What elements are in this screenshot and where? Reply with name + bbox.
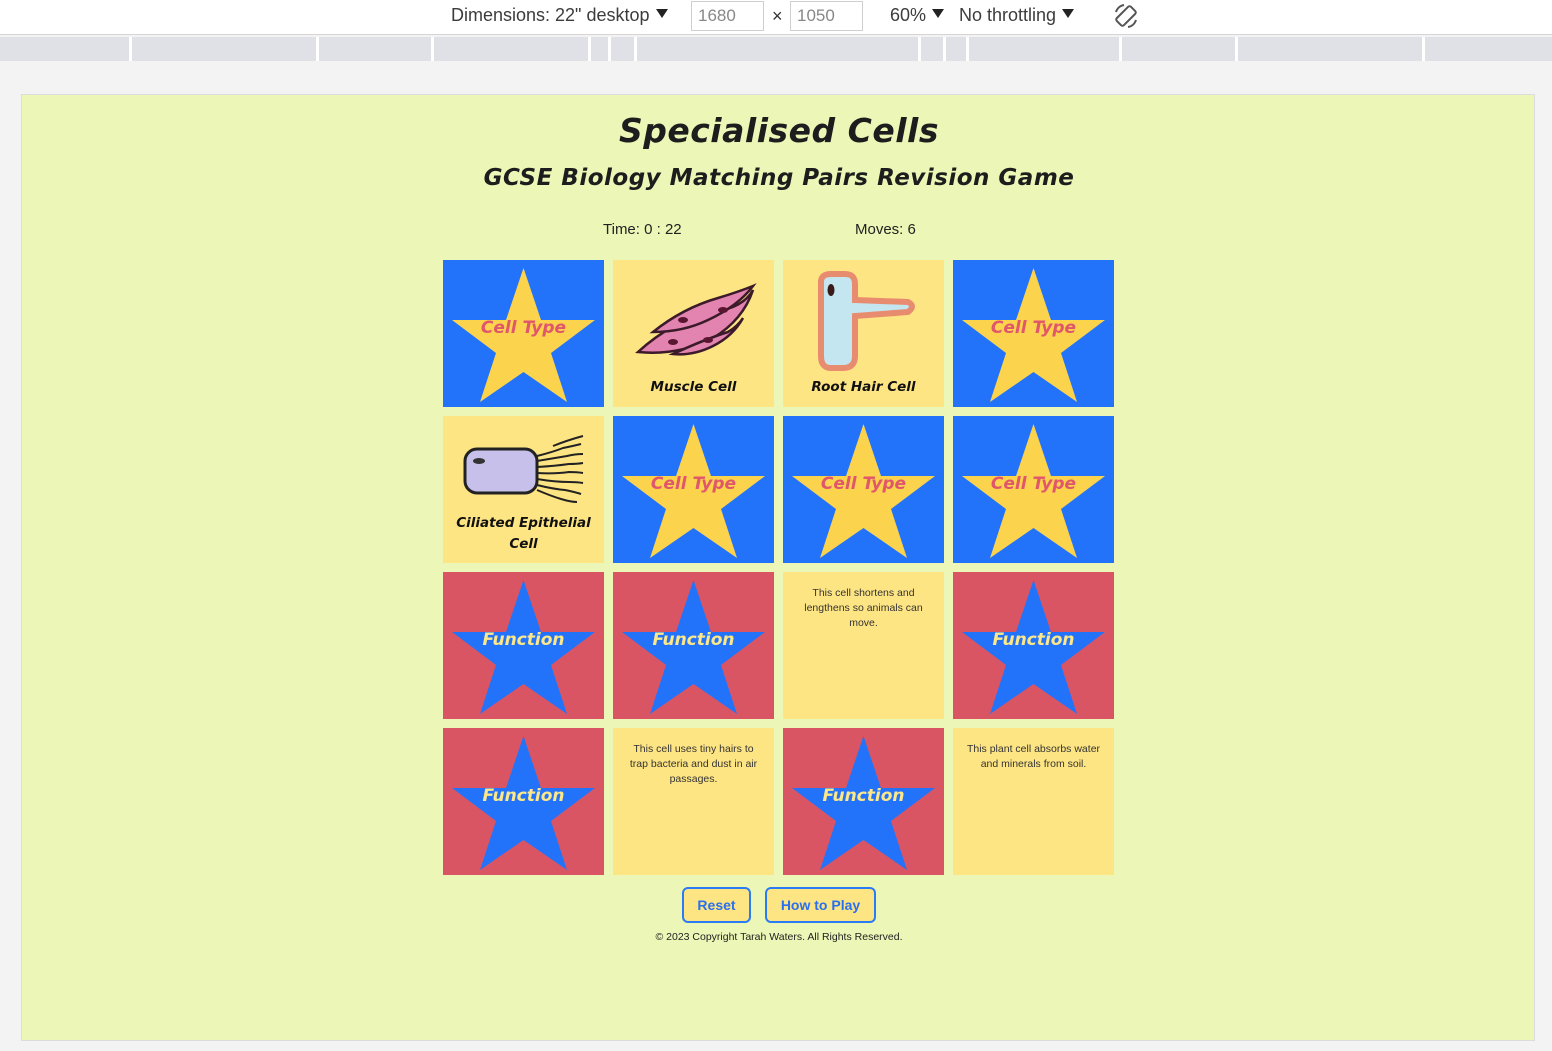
media-query-divider [431, 37, 434, 61]
card-cell-type-back[interactable]: Cell Type [443, 260, 604, 407]
dimensions-dropdown[interactable]: Dimensions: 22" desktop [451, 0, 668, 33]
zoom-label: 60% [890, 5, 927, 25]
card-cell-type-back[interactable]: Cell Type [953, 416, 1114, 563]
card-back-label: Function [482, 630, 565, 650]
chevron-down-icon [655, 9, 668, 18]
reset-button[interactable]: Reset [682, 887, 751, 923]
card-description: This cell shortens and lengthens so anim… [804, 587, 923, 629]
copyright-notice: © 2023 Copyright Tarah Waters. All Right… [655, 931, 903, 943]
moves-counter: Moves: 6 [855, 221, 916, 238]
card-cell-type-back[interactable]: Cell Type [783, 416, 944, 563]
card-back-label: Cell Type [990, 318, 1077, 338]
card-function-muscle[interactable]: This cell shortens and lengthens so anim… [783, 572, 944, 719]
card-cell-type-back[interactable]: Cell Type [953, 260, 1114, 407]
card-back-label: Function [822, 786, 905, 806]
card-function-back[interactable]: Function [783, 728, 944, 875]
height-input[interactable]: 1050 [790, 1, 863, 31]
page-viewport: Specialised Cells GCSE Biology Matching … [21, 94, 1535, 1041]
card-muscle-cell[interactable]: Muscle Cell [613, 260, 774, 407]
media-query-divider [634, 37, 637, 61]
card-back-label: Function [992, 630, 1075, 650]
dimensions-label: Dimensions: 22" desktop [451, 5, 650, 25]
throttling-label: No throttling [959, 5, 1057, 25]
how-to-play-button[interactable]: How to Play [765, 887, 876, 923]
card-back-label: Function [482, 786, 565, 806]
card-back-label: Cell Type [480, 318, 567, 338]
width-input[interactable]: 1680 [691, 1, 764, 31]
card-back-label: Function [652, 630, 735, 650]
card-function-back[interactable]: Function [613, 572, 774, 719]
card-root-hair-cell[interactable]: Root Hair Cell [783, 260, 944, 407]
media-query-bar[interactable] [0, 37, 1552, 61]
media-query-divider [943, 37, 946, 61]
devtools-device-toolbar: Dimensions: 22" desktop 1680 × 1050 60% … [0, 0, 1552, 35]
card-function-root-hair[interactable]: This plant cell absorbs water and minera… [953, 728, 1114, 875]
card-ciliated-epithelial-cell[interactable]: Ciliated Epithelial Cell [443, 416, 604, 563]
times-sign: × [772, 6, 783, 26]
card-name: Ciliated Epithelial Cell [456, 515, 591, 552]
chevron-down-icon [1062, 9, 1075, 18]
card-back-label: Cell Type [820, 474, 907, 494]
card-function-ciliated[interactable]: This cell uses tiny hairs to trap bacter… [613, 728, 774, 875]
page-title: Specialised Cells [618, 111, 940, 150]
card-function-back[interactable]: Function [443, 572, 604, 719]
card-description: This plant cell absorbs water and minera… [966, 743, 1101, 770]
media-query-divider [1119, 37, 1122, 61]
media-query-divider [1235, 37, 1238, 61]
media-query-divider [1422, 37, 1425, 61]
media-query-divider [918, 37, 921, 61]
card-name: Root Hair Cell [811, 379, 916, 395]
media-query-divider [316, 37, 319, 61]
media-query-divider [129, 37, 132, 61]
page-subtitle: GCSE Biology Matching Pairs Revision Gam… [483, 165, 1075, 191]
media-query-divider [608, 37, 611, 61]
card-back-label: Cell Type [650, 474, 737, 494]
card-name: Muscle Cell [650, 379, 737, 395]
card-back-label: Cell Type [990, 474, 1077, 494]
rotate-icon[interactable] [1112, 2, 1140, 30]
card-description: This cell uses tiny hairs to trap bacter… [629, 743, 758, 785]
card-cell-type-back[interactable]: Cell Type [613, 416, 774, 563]
media-query-divider [588, 37, 591, 61]
throttling-dropdown[interactable]: No throttling [959, 0, 1075, 33]
card-function-back[interactable]: Function [953, 572, 1114, 719]
chevron-down-icon [932, 9, 945, 18]
card-function-back[interactable]: Function [443, 728, 604, 875]
media-query-divider [966, 37, 969, 61]
timer: Time: 0 : 22 [603, 221, 682, 238]
zoom-dropdown[interactable]: 60% [890, 0, 945, 33]
